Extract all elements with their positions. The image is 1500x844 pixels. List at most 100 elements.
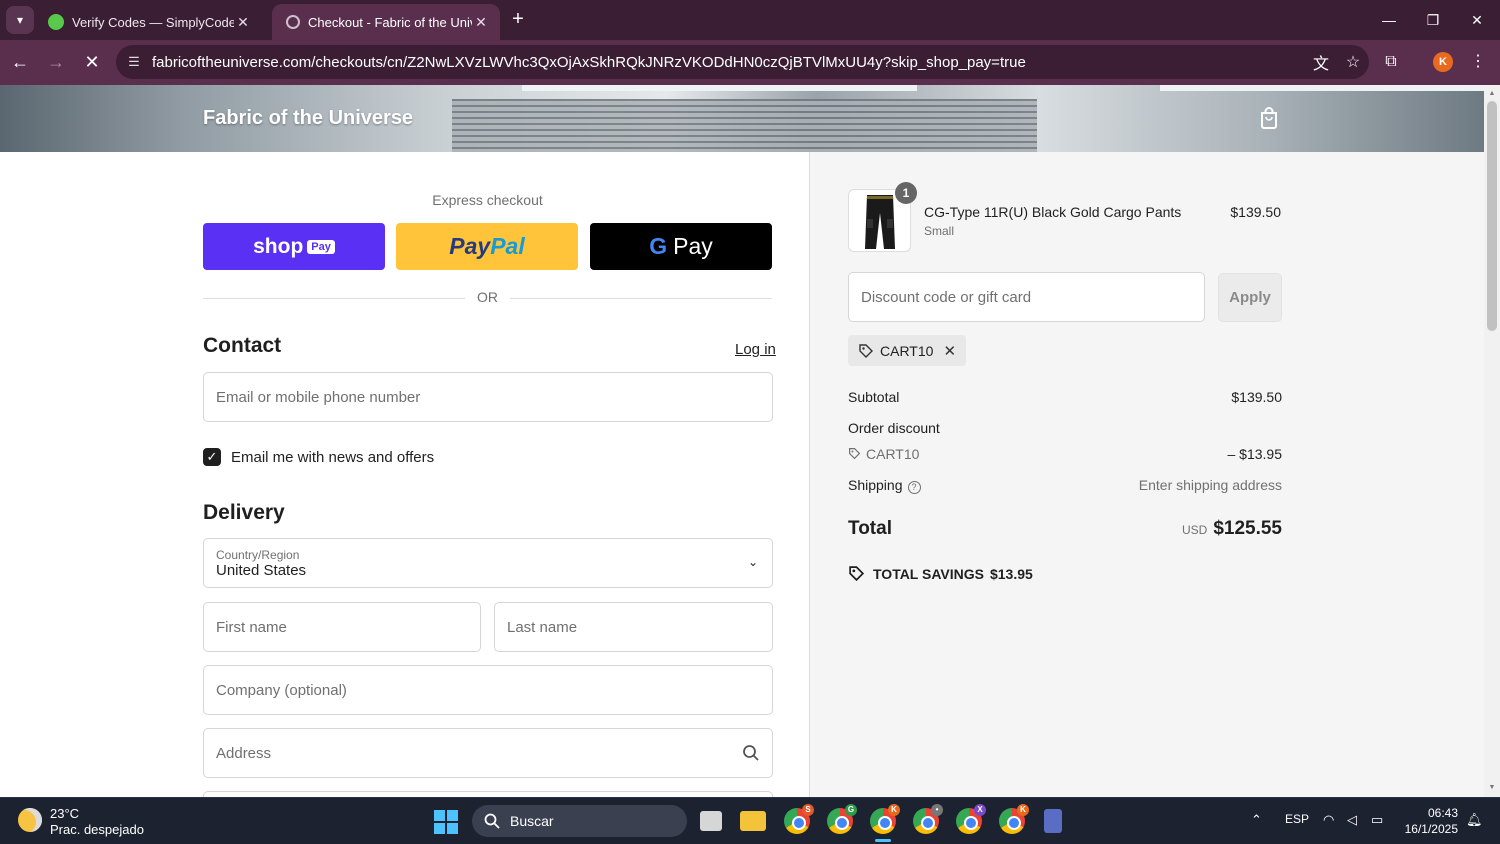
address-bar[interactable]: ☰ fabricoftheuniverse.com/checkouts/cn/Z… <box>116 45 1369 79</box>
loading-favicon-icon <box>286 15 300 29</box>
or-label: OR <box>477 289 498 305</box>
delivery-title: Delivery <box>203 501 285 524</box>
first-name-field[interactable]: First name <box>203 602 481 652</box>
new-tab-icon[interactable]: + <box>506 8 530 32</box>
scroll-thumb[interactable] <box>1487 101 1497 331</box>
taskbar: 23°C Prac. despejado Buscar S G K • X K … <box>0 797 1500 844</box>
or-divider: OR <box>203 289 772 307</box>
taskbar-search[interactable]: Buscar <box>472 805 687 837</box>
scroll-up-icon[interactable]: ▲ <box>1484 87 1500 101</box>
tag-icon <box>849 448 861 460</box>
discount-code-row: CART10 – $13.95 <box>848 446 1282 462</box>
total-currency: USD <box>1181 523 1208 537</box>
notifications-bell-icon[interactable]: 🔔︎ <box>1466 812 1483 828</box>
restore-icon[interactable]: ❐ <box>1418 8 1448 32</box>
scroll-down-icon[interactable]: ▼ <box>1484 781 1500 795</box>
chrome-profile-s-icon[interactable]: S <box>784 804 814 834</box>
quantity-badge: 1 <box>895 182 917 204</box>
battery-icon[interactable]: ▭ <box>1371 812 1383 828</box>
paypal-button[interactable]: Pay Pal <box>396 223 578 270</box>
simplycodes-favicon-icon <box>48 14 64 30</box>
close-tab-icon[interactable]: ✕ <box>234 14 252 31</box>
chrome-profile-g-icon[interactable]: G <box>827 804 857 834</box>
chrome-profile-x-icon[interactable]: X <box>956 804 986 834</box>
first-name-placeholder: First name <box>216 618 287 636</box>
shopping-bag-icon[interactable] <box>1259 107 1279 129</box>
last-name-field[interactable]: Last name <box>494 602 773 652</box>
clock-date[interactable]: 16/1/2025 <box>1400 822 1458 836</box>
newsletter-checkbox[interactable]: ✓ <box>203 448 221 466</box>
chrome-profile-k2-icon[interactable]: K <box>999 804 1029 834</box>
last-name-placeholder: Last name <box>507 618 578 636</box>
active-app-indicator <box>875 839 891 842</box>
google-pay-button[interactable]: G Pay <box>590 223 772 270</box>
discount-value: – $13.95 <box>1227 446 1283 462</box>
bookmark-star-icon[interactable]: ☆ <box>1337 52 1369 72</box>
total-label: Total <box>848 518 892 539</box>
subtotal-row: Subtotal $139.50 <box>848 389 1282 405</box>
stop-loading-icon[interactable]: ✕ <box>78 48 106 76</box>
store-name[interactable]: Fabric of the Universe <box>203 107 413 130</box>
extensions-icon[interactable]: ⧉ <box>1377 48 1405 76</box>
address-field[interactable]: Address <box>203 728 773 778</box>
paypal-logo-pay: Pay <box>449 233 491 259</box>
contact-title: Contact <box>203 334 282 357</box>
savings-label: TOTAL SAVINGS <box>873 565 984 582</box>
wifi-icon[interactable]: ◠ <box>1323 812 1334 828</box>
forward-icon[interactable]: → <box>42 48 70 76</box>
subtotal-value: $139.50 <box>1231 389 1282 405</box>
paypal-logo-pal: Pal <box>490 233 525 259</box>
email-field[interactable]: Email or mobile phone number <box>203 372 773 422</box>
discount-code-field[interactable]: Discount code or gift card <box>848 272 1205 322</box>
show-hidden-icons-icon[interactable]: ⌃ <box>1251 812 1262 828</box>
product-variant: Small <box>924 224 955 238</box>
shop-pay-badge: Pay <box>307 239 335 254</box>
checkout-page: Fabric of the Universe Express checkout … <box>0 85 1484 797</box>
weather-icon[interactable] <box>18 808 42 832</box>
tab-simplycodes[interactable]: Verify Codes — SimplyCodes ✕ <box>34 4 262 40</box>
apply-button[interactable]: Apply <box>1218 273 1282 322</box>
tab-search-button[interactable]: ▾ <box>6 6 34 34</box>
total-savings: TOTAL SAVINGS $13.95 <box>848 565 1033 582</box>
shipping-value: Enter shipping address <box>1138 477 1282 493</box>
country-label: Country/Region <box>216 547 300 562</box>
weather-description[interactable]: Prac. despejado <box>50 822 144 837</box>
order-summary: 1 CG-Type 11R(U) Black Gold Cargo Pants … <box>809 152 1484 797</box>
back-icon[interactable]: ← <box>6 48 34 76</box>
remove-discount-icon[interactable]: ✕ <box>943 342 956 360</box>
company-field[interactable]: Company (optional) <box>203 665 773 715</box>
chevron-down-icon: ⌄ <box>747 555 758 569</box>
close-window-icon[interactable]: ✕ <box>1462 8 1492 32</box>
checkout-form: Express checkout shop Pay Pay Pal G Pay O… <box>0 152 809 797</box>
newsletter-option[interactable]: ✓ Email me with news and offers <box>203 448 434 466</box>
store-header-banner: Fabric of the Universe <box>0 85 1484 152</box>
input-language[interactable]: ESP <box>1285 812 1309 826</box>
volume-icon[interactable]: ◁ <box>1347 812 1357 828</box>
tag-icon <box>859 343 873 358</box>
windows-start-icon[interactable] <box>434 810 458 834</box>
subtotal-label: Subtotal <box>848 389 900 405</box>
chrome-profile-k-icon[interactable]: K <box>870 804 900 834</box>
site-info-icon[interactable]: ☰ <box>116 54 152 70</box>
help-icon[interactable]: ? <box>907 481 921 494</box>
profile-avatar[interactable]: K <box>1433 52 1453 72</box>
browser-menu-icon[interactable]: ⋮ <box>1464 48 1492 76</box>
page-scrollbar[interactable]: ▲ ▼ <box>1484 85 1500 797</box>
task-view-icon[interactable] <box>700 811 722 831</box>
translate-icon[interactable]: 文 <box>1305 50 1337 74</box>
chrome-profile-icon[interactable]: • <box>913 804 943 834</box>
calculator-icon[interactable] <box>1044 809 1062 833</box>
shop-pay-button[interactable]: shop Pay <box>203 223 385 270</box>
tab-checkout[interactable]: Checkout - Fabric of the Univers ✕ <box>272 4 500 40</box>
close-tab-icon[interactable]: ✕ <box>472 14 490 31</box>
login-link[interactable]: Log in <box>735 341 776 358</box>
weather-temperature[interactable]: 23°C <box>50 806 79 821</box>
clock-time[interactable]: 06:43 <box>1404 806 1458 820</box>
savings-value: $13.95 <box>989 565 1033 582</box>
file-explorer-icon[interactable] <box>740 811 766 831</box>
product-price: $139.50 <box>1230 204 1281 220</box>
url-text[interactable]: fabricoftheuniverse.com/checkouts/cn/Z2N… <box>152 54 1305 71</box>
country-select[interactable]: Country/Region United States ⌄ <box>203 538 773 588</box>
newsletter-label: Email me with news and offers <box>231 448 435 466</box>
minimize-icon[interactable]: — <box>1374 8 1404 32</box>
